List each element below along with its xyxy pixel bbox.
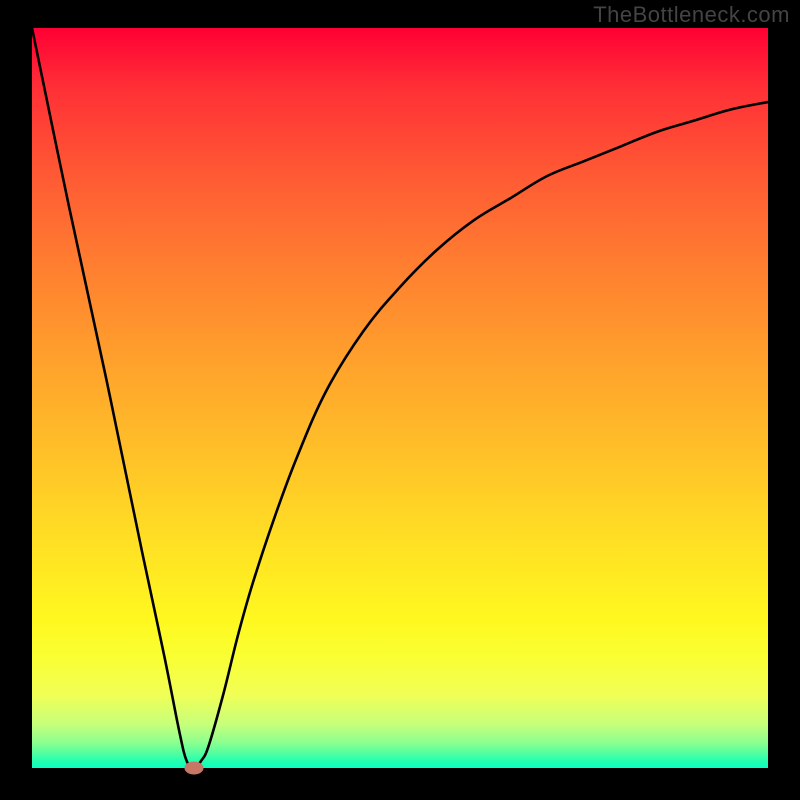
chart-frame: TheBottleneck.com	[0, 0, 800, 800]
bottleneck-curve	[32, 28, 768, 768]
plot-area	[32, 28, 768, 768]
optimal-point-marker	[184, 762, 203, 775]
watermark-text: TheBottleneck.com	[593, 2, 790, 28]
curve-path	[32, 28, 768, 768]
